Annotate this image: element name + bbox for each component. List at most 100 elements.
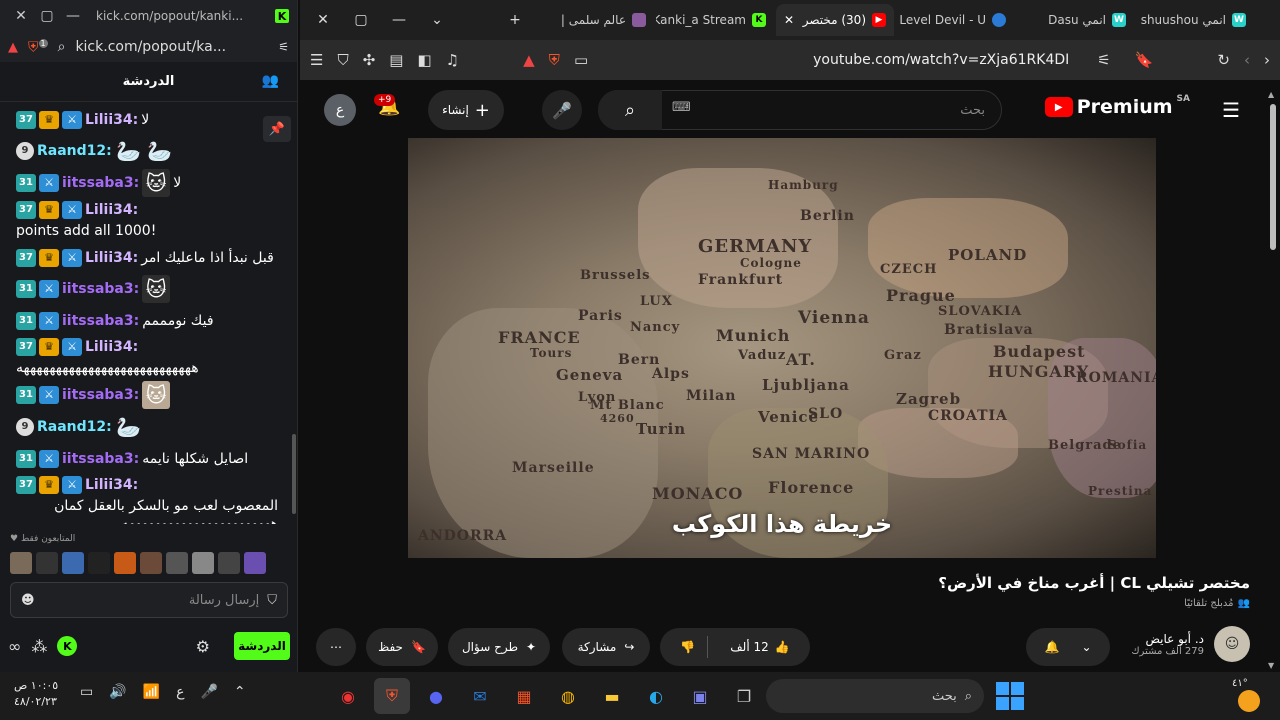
like-button[interactable]: 👍 12 ألف [716, 640, 789, 654]
address-url[interactable]: youtube.com/watch?v=zXja61RK4DI [602, 52, 1083, 68]
chat-username[interactable]: iitssaba3: [62, 386, 139, 404]
more-actions-button[interactable]: ⋯ [316, 628, 356, 666]
chrome-icon[interactable]: ◍ [550, 678, 586, 714]
infinity-icon[interactable]: ∞ [8, 637, 21, 656]
close-window-icon[interactable]: ✕ [8, 8, 34, 24]
restore-window-icon[interactable]: ▢ [34, 8, 60, 24]
chat-username[interactable]: Lilii34: [85, 476, 138, 494]
music-icon[interactable]: ♫ [446, 51, 459, 69]
chat-message-input[interactable]: ⛉ إرسال رسالة ☻ [10, 582, 288, 618]
minimize-window-icon[interactable]: — [382, 12, 416, 28]
recording-app-icon[interactable]: ◉ [330, 678, 366, 714]
dislike-button[interactable]: 👎 [680, 640, 699, 654]
browser-tab[interactable]: Level Devil - U [896, 4, 1014, 36]
outlook-icon[interactable]: ✉ [462, 678, 498, 714]
new-tab-plus-icon[interactable]: + [498, 12, 532, 28]
chat-username[interactable]: Lilii34: [85, 111, 138, 129]
puzzle-icon[interactable]: ✣ [363, 51, 376, 69]
forward-arrow-icon[interactable]: › [1264, 51, 1270, 69]
keyboard-icon[interactable]: ⌨ [672, 100, 691, 115]
search-button[interactable]: ⌕ [598, 90, 662, 130]
gear-icon[interactable]: ⚙ [196, 637, 210, 656]
video-player[interactable]: GERMANY FRANCE POLAND CZECH SLOVAKIA HUNGARY R… [408, 138, 1156, 558]
shield-icon[interactable]: ⛉ [267, 593, 277, 608]
brave-warning-icon[interactable]: ▲ [523, 51, 535, 69]
guide-menu-icon[interactable]: ☰ [1222, 98, 1240, 122]
windows-start-icon[interactable] [996, 682, 1024, 710]
site-settings-icon[interactable]: ⚟ [1097, 51, 1110, 69]
shield-icon[interactable]: ⛉ [337, 51, 348, 69]
mic-icon[interactable]: 🎤 [200, 684, 217, 700]
browser-tab[interactable]: W انمي shuushou [1136, 4, 1254, 36]
chat-send-button[interactable]: الدردشة [234, 632, 290, 660]
chat-scrollbar[interactable] [291, 104, 297, 524]
brave-shield-icon[interactable]: ⛨ 1 [28, 38, 48, 55]
chat-scrollbar-thumb[interactable] [292, 434, 296, 514]
brave-lion-icon[interactable]: ⛨ [549, 51, 560, 69]
weather-sun-icon[interactable] [1238, 690, 1260, 712]
youtube-premium-logo[interactable]: ▶ Premium SA [1044, 94, 1190, 118]
volume-icon[interactable]: 🔊 [109, 684, 126, 700]
close-tab-icon[interactable]: ✕ [784, 13, 794, 27]
chat-username[interactable]: iitssaba3: [62, 280, 139, 298]
taskbar-search[interactable]: بحث ⌕ [766, 679, 984, 713]
avatar[interactable] [140, 552, 162, 574]
edge-icon[interactable]: ◐ [638, 678, 674, 714]
file-explorer-icon[interactable]: ▬ [594, 678, 630, 714]
avatar[interactable] [62, 552, 84, 574]
site-settings-icon[interactable]: ⚟ [278, 40, 289, 54]
avatar[interactable] [244, 552, 266, 574]
sidebar-toggle-icon[interactable]: ◧ [417, 51, 431, 69]
chat-username[interactable]: iitssaba3: [62, 174, 139, 192]
save-button[interactable]: 🔖 حفظ [366, 628, 438, 666]
pin-icon[interactable]: 📌 [263, 116, 291, 142]
tab-list-chevron-icon[interactable]: ⌄ [420, 12, 454, 28]
task-view-icon[interactable]: ❐ [726, 678, 762, 714]
users-icon[interactable]: 👥 [262, 73, 279, 89]
wallet-icon[interactable]: ▤ [389, 51, 403, 69]
dots-cluster-icon[interactable]: ⁂ [31, 637, 47, 656]
avatar[interactable] [192, 552, 214, 574]
restore-window-icon[interactable]: ▢ [344, 12, 378, 28]
discord-icon[interactable]: ● [418, 678, 454, 714]
account-avatar[interactable]: ع [324, 94, 356, 126]
ask-button[interactable]: ✦ طرح سؤال [448, 628, 550, 666]
browser-tab[interactable]: K Kanki_a Stream [656, 4, 774, 36]
bookmark-icon[interactable]: 🔖 [1135, 51, 1154, 69]
teams-icon[interactable]: ▣ [682, 678, 718, 714]
page-scrollbar-thumb[interactable] [1270, 104, 1276, 250]
scroll-up-arrow-icon[interactable]: ▲ [1268, 90, 1274, 99]
brave-warning-icon[interactable]: ▲ [8, 40, 18, 55]
chat-username[interactable]: Raand12: [37, 142, 112, 160]
chat-username[interactable]: iitssaba3: [62, 450, 139, 468]
popout-address-url[interactable]: kick.com/popout/ka... [75, 39, 268, 55]
browser-tab[interactable]: ▶ (30) مختصر ✕ [776, 4, 894, 36]
kick-points-icon[interactable]: K [57, 636, 78, 656]
avatar[interactable] [218, 552, 240, 574]
avatar[interactable] [10, 552, 32, 574]
site-info-icon[interactable]: ⌕ [58, 39, 66, 55]
avatar[interactable] [36, 552, 58, 574]
avatar[interactable] [114, 552, 136, 574]
clock[interactable]: ١٠:٠٥ ص ٤٨/٠٢/٢٣ [14, 678, 58, 710]
avatar[interactable] [88, 552, 110, 574]
chat-username[interactable]: Raand12: [37, 418, 112, 436]
chat-username[interactable]: Lilii34: [85, 249, 138, 267]
back-arrow-icon[interactable]: ‹ [1244, 51, 1250, 69]
page-scrollbar[interactable]: ▲ ▼ [1268, 90, 1278, 670]
chat-username[interactable]: Lilii34: [85, 338, 138, 356]
emoji-icon[interactable]: ☻ [21, 593, 35, 608]
create-button[interactable]: + إنشاء [428, 90, 504, 130]
voice-search-mic-icon[interactable]: 🎤 [542, 90, 582, 130]
tray-chevron-up-icon[interactable]: ⌃ [234, 684, 246, 700]
wifi-icon[interactable]: 📶 [143, 684, 160, 700]
input-language[interactable]: ع [176, 684, 184, 700]
reload-icon[interactable]: ↻ [1217, 51, 1230, 69]
store-icon[interactable]: ▦ [506, 678, 542, 714]
chat-username[interactable]: Lilii34: [85, 201, 138, 219]
battery-icon[interactable]: ▭ [80, 684, 93, 700]
avatar[interactable] [166, 552, 188, 574]
minimize-window-icon[interactable]: — [60, 8, 86, 24]
sidebar-menu-icon[interactable]: ☰ [310, 51, 323, 69]
chat-username[interactable]: iitssaba3: [62, 312, 139, 330]
